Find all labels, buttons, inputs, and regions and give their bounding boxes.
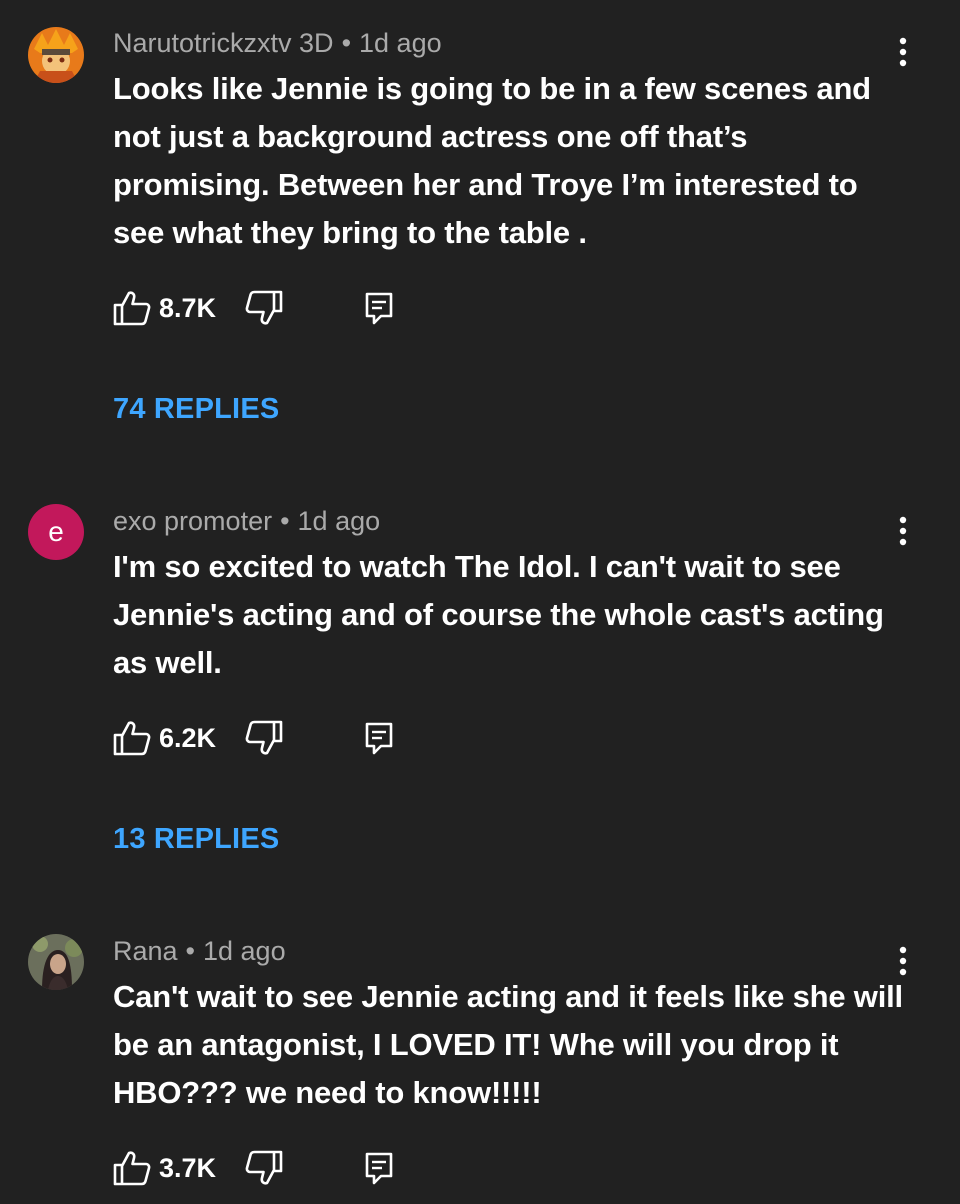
meta-separator: • (341, 28, 352, 58)
avatar[interactable] (28, 934, 84, 990)
comment-text: I'm so excited to watch The Idol. I can'… (113, 549, 884, 680)
comment-time: 1d ago (297, 506, 381, 536)
thumb-down-icon (245, 720, 283, 755)
thumb-up-icon (113, 291, 151, 326)
comment-actions: 6.2K (113, 718, 413, 758)
dislike-button[interactable] (245, 1150, 283, 1191)
meta-separator: • (185, 936, 195, 966)
comment-meta: Rana • 1d ago (113, 935, 286, 967)
author-name[interactable]: Rana (113, 936, 178, 966)
avatar[interactable]: e (28, 504, 84, 560)
comment-item: Rana • 1d ago Can't wait to see Jennie act… (0, 900, 960, 1204)
avatar[interactable] (28, 27, 84, 83)
comment-text: Looks like Jennie is going to be in a fe… (113, 71, 871, 250)
comment-text: Can't wait to see Jennie acting and it f… (113, 979, 903, 1110)
dislike-button[interactable] (245, 290, 283, 331)
comment-time: 1d ago (203, 936, 286, 966)
orange-anime-avatar-icon (28, 27, 84, 83)
like-count: 6.2K (159, 722, 217, 753)
author-name[interactable]: exo promoter (113, 506, 272, 536)
view-replies-link[interactable]: 13 REPLIES (113, 823, 279, 856)
meta-separator: • (280, 506, 290, 536)
comment-time: 1d ago (359, 28, 442, 58)
comment-meta: exo promoter • 1d ago (113, 505, 380, 537)
thumb-up-icon (113, 721, 151, 756)
author-name[interactable]: Narutotrickzxtv 3D (113, 28, 334, 58)
reply-button[interactable] (365, 292, 393, 331)
more-vert-icon (899, 37, 907, 67)
comment-item: e exo promoter • 1d ago I'm so excited to … (0, 470, 960, 900)
view-replies-link[interactable]: 74 REPLIES (113, 393, 279, 426)
comment-item: Narutotrickzxtv 3D • 1d ago Looks like Jen… (0, 0, 960, 470)
thumb-down-icon (245, 1150, 283, 1185)
like-button[interactable]: 8.7K (113, 288, 216, 328)
like-button[interactable]: 6.2K (113, 718, 216, 758)
thumb-down-icon (245, 290, 283, 325)
like-count: 8.7K (159, 292, 217, 323)
thumb-up-icon (113, 1151, 151, 1186)
avatar-letter: e (48, 516, 64, 547)
comment-meta: Narutotrickzxtv 3D • 1d ago (113, 27, 442, 59)
like-button[interactable]: 3.7K (113, 1148, 216, 1188)
reply-icon (365, 722, 393, 755)
dislike-button[interactable] (245, 720, 283, 761)
comment-actions: 3.7K (113, 1148, 413, 1188)
like-count: 3.7K (159, 1152, 217, 1183)
reply-button[interactable] (365, 1152, 393, 1191)
portrait-avatar-icon (28, 934, 84, 990)
reply-icon (365, 292, 393, 325)
reply-button[interactable] (365, 722, 393, 761)
comment-actions: 8.7K (113, 288, 413, 328)
reply-icon (365, 1152, 393, 1185)
more-vert-icon (899, 516, 907, 546)
more-vert-icon (899, 946, 907, 976)
